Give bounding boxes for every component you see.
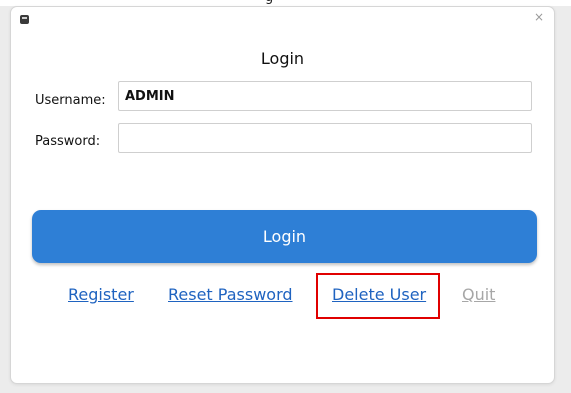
password-label: Password: <box>35 134 101 149</box>
password-field[interactable] <box>118 123 532 153</box>
reset-password-link[interactable]: Reset Password <box>168 285 293 304</box>
register-link[interactable]: Register <box>68 285 134 304</box>
quit-link[interactable]: Quit <box>462 285 495 304</box>
app-icon <box>20 15 29 24</box>
screen: g × Login Username: Password: Login Regi… <box>0 0 571 393</box>
username-field[interactable] <box>118 81 532 111</box>
login-button[interactable]: Login <box>32 210 537 263</box>
username-label: Username: <box>35 93 106 108</box>
page-title: Login <box>260 49 305 68</box>
delete-user-highlight <box>316 273 440 319</box>
close-icon[interactable]: × <box>532 10 546 24</box>
login-window: × Login Username: Password: Login Regist… <box>10 6 555 384</box>
